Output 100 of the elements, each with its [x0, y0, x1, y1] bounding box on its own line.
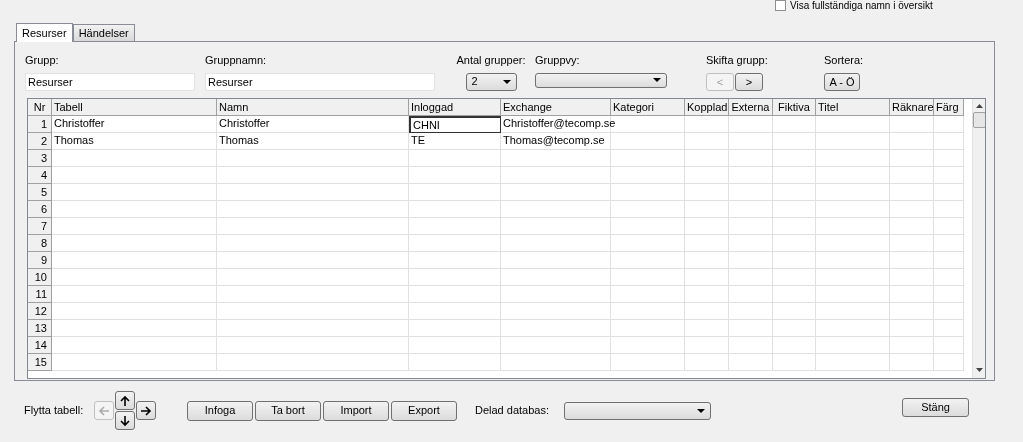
table-cell — [729, 252, 773, 269]
dropdown[interactable] — [564, 401, 711, 420]
table-cell — [890, 337, 934, 354]
row-number: 9 — [28, 252, 52, 269]
table-cell — [773, 167, 816, 184]
table-cell — [773, 150, 816, 167]
column-header[interactable]: Titel — [816, 99, 890, 116]
arrow-up-button[interactable] — [115, 391, 135, 410]
table-cell — [685, 269, 729, 286]
arrow-down-icon — [119, 414, 131, 427]
row-number: 8 — [28, 235, 52, 252]
table-cell — [729, 201, 773, 218]
column-header[interactable]: Kopplad — [685, 99, 729, 116]
table-cell — [685, 354, 729, 371]
field-label: Gruppnamn: — [205, 53, 268, 68]
table-cell — [890, 150, 934, 167]
column-header[interactable]: Tabell — [52, 99, 217, 116]
checkbox-label: Visa fullständiga namn i översikt — [790, 0, 933, 11]
table-cell — [934, 150, 964, 167]
row-number: 11 — [28, 286, 52, 303]
row-number: 7 — [28, 218, 52, 235]
caret-icon — [502, 79, 511, 84]
row-number: 10 — [28, 269, 52, 286]
table-cell — [773, 269, 816, 286]
table-cell — [685, 150, 729, 167]
table-cell — [890, 354, 934, 371]
table-cell — [934, 184, 964, 201]
column-header[interactable]: Externa — [729, 99, 773, 116]
move-table-label: Flytta tabell: — [24, 403, 85, 419]
table-cell — [934, 269, 964, 286]
action-button[interactable]: Ta bort — [255, 400, 321, 421]
table-cell — [934, 235, 964, 252]
table-cell — [685, 286, 729, 303]
input-field[interactable]: Resurser — [205, 72, 435, 91]
column-header[interactable]: Inloggad — [409, 99, 501, 116]
table-cell — [934, 201, 964, 218]
table-cell — [890, 235, 934, 252]
column-header[interactable]: Fiktiva — [773, 99, 816, 116]
table-cell — [890, 201, 934, 218]
table-cell — [729, 269, 773, 286]
scrollbar[interactable] — [972, 99, 985, 378]
dropdown[interactable]: 2 — [465, 72, 517, 91]
caret-icon — [697, 408, 705, 413]
column-header[interactable]: Nr — [28, 99, 52, 116]
tab[interactable]: Händelser — [72, 24, 135, 41]
arrow-down-button[interactable] — [115, 411, 135, 430]
row-number: 6 — [28, 201, 52, 218]
dropdown[interactable] — [535, 72, 667, 88]
row-number: 1 — [28, 116, 52, 133]
table-cell — [773, 218, 816, 235]
tab[interactable]: Resurser — [16, 23, 73, 42]
arrow-up-icon — [119, 394, 131, 407]
caret-icon — [653, 78, 661, 83]
table-cell — [729, 354, 773, 371]
table-cell — [773, 354, 816, 371]
field-label: Gruppvy: — [535, 53, 581, 68]
column-header[interactable]: Kategori — [611, 99, 685, 116]
scroll-up-icon — [976, 104, 983, 108]
table-cell — [934, 286, 964, 303]
arrow-right-button[interactable] — [136, 401, 156, 420]
table-cell — [773, 201, 816, 218]
table-cell — [685, 167, 729, 184]
column-header[interactable]: Räknare — [890, 99, 934, 116]
table-cell — [729, 303, 773, 320]
table-cell — [729, 218, 773, 235]
row-number: 15 — [28, 354, 52, 371]
close-button[interactable]: Stäng — [902, 398, 969, 417]
table-cell — [773, 337, 816, 354]
row-number: 2 — [28, 133, 52, 150]
scroll-down-icon — [976, 368, 983, 372]
table-cell — [685, 252, 729, 269]
table-cell — [729, 320, 773, 337]
row-number: 13 — [28, 320, 52, 337]
table-cell — [685, 218, 729, 235]
table-cell — [773, 320, 816, 337]
column-header[interactable]: Färg — [934, 99, 964, 116]
action-button[interactable]: Import — [323, 400, 389, 421]
column-header[interactable]: Exchange — [501, 99, 611, 116]
action-button[interactable]: Export — [391, 400, 457, 421]
action-button[interactable]: Infoga — [187, 400, 253, 421]
table-cell — [934, 354, 964, 371]
row-number: 14 — [28, 337, 52, 354]
row-number: 5 — [28, 184, 52, 201]
checkbox[interactable] — [775, 0, 786, 11]
column-header[interactable]: Namn — [217, 99, 409, 116]
next-button[interactable]: > — [735, 72, 763, 91]
table-cell — [934, 337, 964, 354]
scroll-thumb[interactable] — [973, 112, 985, 128]
table-cell — [890, 320, 934, 337]
table-cell — [729, 167, 773, 184]
sort-button[interactable]: A - Ö — [824, 72, 860, 91]
table-cell — [890, 184, 934, 201]
table-cell: Thomas — [52, 133, 217, 150]
table-cell — [773, 252, 816, 269]
table-cell: Christoffer — [52, 116, 217, 133]
shared-database-label: Delad databas: — [475, 403, 549, 419]
table-cell — [934, 252, 964, 269]
table-cell: CHNI — [409, 116, 501, 133]
input-field[interactable]: Resurser — [25, 72, 195, 91]
row-number: 4 — [28, 167, 52, 184]
